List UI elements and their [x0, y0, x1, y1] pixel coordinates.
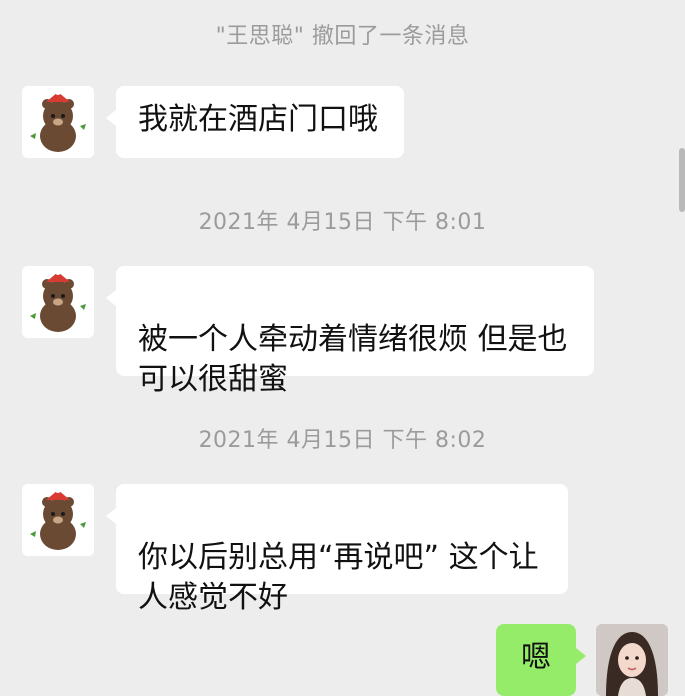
- timestamp: 2021年 4月15日 下午 8:02: [198, 428, 487, 453]
- self-avatar[interactable]: [596, 624, 668, 696]
- timestamp: 2021年 4月15日 下午 8:01: [198, 210, 487, 235]
- scrollbar[interactable]: [679, 148, 685, 212]
- message-text: 你以后别总用“再说吧” 这个让 人感觉不好: [138, 540, 539, 615]
- message-text: 我就在酒店门口哦: [138, 102, 378, 137]
- contact-avatar[interactable]: [22, 86, 94, 158]
- message-bubble[interactable]: 被一个人牵动着情绪很烦 但是也 可以很甜蜜: [106, 266, 594, 397]
- message-text: 嗯: [521, 640, 551, 675]
- outgoing-message-bubble[interactable]: 嗯: [496, 624, 586, 696]
- bear-avatar-icon: [22, 484, 94, 556]
- message-bubble[interactable]: 你以后别总用“再说吧” 这个让 人感觉不好: [106, 484, 568, 615]
- message-bubble[interactable]: 我就在酒店门口哦: [106, 86, 404, 158]
- message-text: 被一个人牵动着情绪很烦 但是也 可以很甜蜜: [138, 322, 568, 397]
- recall-notice: "王思聪" 撤回了一条消息: [215, 24, 470, 49]
- contact-avatar[interactable]: [22, 484, 94, 556]
- girl-avatar-icon: [596, 624, 668, 696]
- contact-avatar[interactable]: [22, 266, 94, 338]
- bear-avatar-icon: [22, 266, 94, 338]
- bear-avatar-icon: [22, 86, 94, 158]
